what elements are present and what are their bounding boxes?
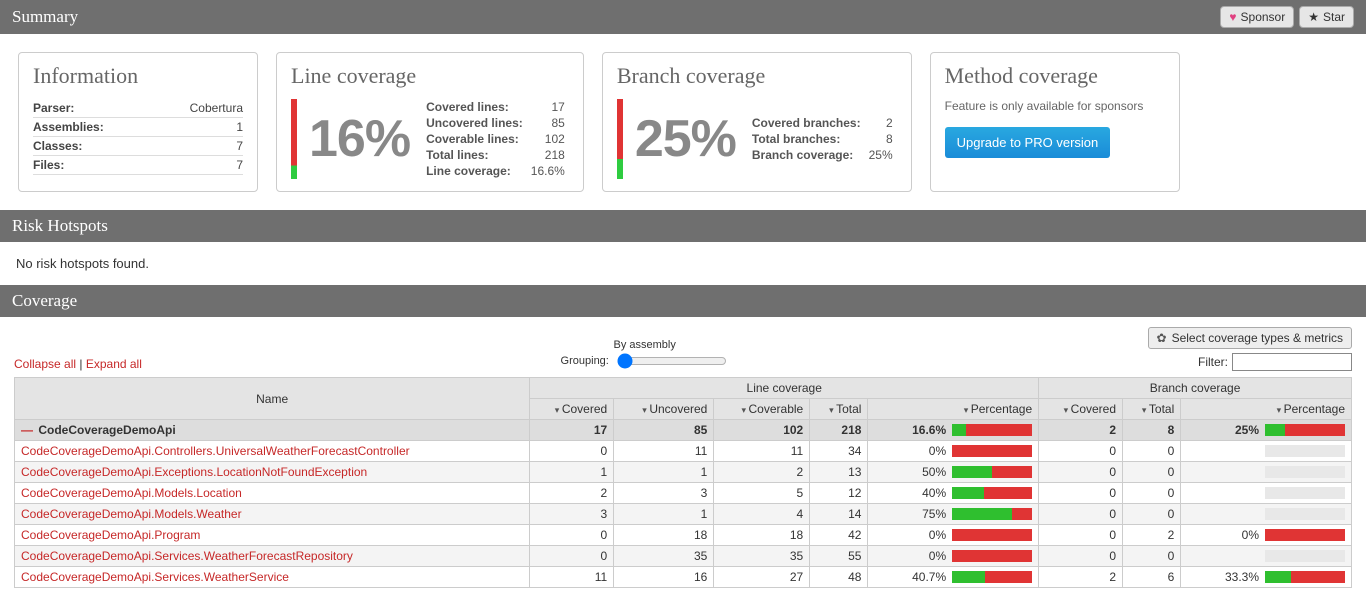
information-card: Information Parser:CoberturaAssemblies:1… bbox=[18, 52, 258, 192]
branch-coverage-title: Branch coverage bbox=[617, 63, 897, 89]
coverage-bar-empty bbox=[1265, 487, 1345, 499]
info-value: 7 bbox=[153, 156, 243, 175]
star-button[interactable]: ★ Star bbox=[1299, 6, 1354, 28]
coverage-title: Coverage bbox=[12, 291, 77, 311]
information-title: Information bbox=[33, 63, 243, 89]
class-link[interactable]: CodeCoverageDemoApi.Controllers.Universa… bbox=[21, 444, 410, 458]
risk-hotspots-bar: Risk Hotspots bbox=[0, 210, 1366, 242]
col-percentage[interactable]: Percentage bbox=[868, 399, 1039, 420]
col-coverable[interactable]: Coverable bbox=[714, 399, 810, 420]
class-link[interactable]: CodeCoverageDemoApi.Services.WeatherFore… bbox=[21, 549, 353, 563]
coverage-bar-empty bbox=[1265, 508, 1345, 520]
coverage-bar-chart bbox=[952, 550, 1032, 562]
info-value: Cobertura bbox=[153, 99, 243, 118]
collapse-all-link[interactable]: Collapse all bbox=[14, 357, 76, 371]
coverage-bar-chart bbox=[1265, 529, 1345, 541]
line-coverage-details: Covered lines:17Uncovered lines:85Covera… bbox=[422, 99, 569, 179]
filter-label: Filter: bbox=[1198, 355, 1228, 369]
info-label: Assemblies: bbox=[33, 118, 153, 137]
col-uncovered[interactable]: Uncovered bbox=[614, 399, 714, 420]
expand-all-link[interactable]: Expand all bbox=[86, 357, 142, 371]
star-label: Star bbox=[1323, 10, 1345, 24]
class-row: CodeCoverageDemoApi.Controllers.Universa… bbox=[15, 441, 1352, 462]
col-bcovered[interactable]: Covered bbox=[1039, 399, 1123, 420]
coverage-bar-chart bbox=[1265, 571, 1345, 583]
coverage-bar-empty bbox=[1265, 466, 1345, 478]
class-link[interactable]: CodeCoverageDemoApi.Models.Location bbox=[21, 486, 242, 500]
expand-links: Collapse all | Expand all bbox=[14, 357, 142, 371]
coverage-bar-chart bbox=[952, 424, 1032, 436]
grouping-slider[interactable] bbox=[617, 353, 727, 369]
risk-title: Risk Hotspots bbox=[12, 216, 108, 236]
branch-coverage-details: Covered branches:2Total branches:8Branch… bbox=[748, 115, 897, 163]
class-row: CodeCoverageDemoApi.Services.WeatherServ… bbox=[15, 567, 1352, 588]
info-label: Parser: bbox=[33, 99, 153, 118]
group-line: Line coverage bbox=[530, 378, 1039, 399]
coverage-bar-chart bbox=[952, 466, 1032, 478]
class-row: CodeCoverageDemoApi.Models.Location23512… bbox=[15, 483, 1352, 504]
assembly-name[interactable]: CodeCoverageDemoApi bbox=[15, 420, 530, 441]
summary-bar: Summary ♥ Sponsor ★ Star bbox=[0, 0, 1366, 34]
summary-title: Summary bbox=[12, 7, 78, 27]
coverage-bar: Coverage bbox=[0, 285, 1366, 317]
coverage-bar-chart bbox=[952, 487, 1032, 499]
coverage-bar-chart bbox=[952, 508, 1032, 520]
filter-input[interactable] bbox=[1232, 353, 1352, 371]
method-coverage-msg: Feature is only available for sponsors bbox=[945, 99, 1165, 113]
coverage-bar-empty bbox=[1265, 550, 1345, 562]
line-coverage-title: Line coverage bbox=[291, 63, 569, 89]
method-coverage-card: Method coverage Feature is only availabl… bbox=[930, 52, 1180, 192]
info-value: 7 bbox=[153, 137, 243, 156]
assembly-row[interactable]: CodeCoverageDemoApi178510221816.6%2825% bbox=[15, 420, 1352, 441]
star-icon: ★ bbox=[1308, 10, 1319, 24]
grouping-label: Grouping: bbox=[561, 355, 609, 367]
risk-body: No risk hotspots found. bbox=[0, 242, 1366, 285]
line-coverage-card: Line coverage 16% Covered lines:17Uncove… bbox=[276, 52, 584, 192]
grouping-control: By assembly Grouping: bbox=[561, 339, 729, 371]
line-coverage-strip bbox=[291, 99, 297, 179]
coverage-bar-empty bbox=[1265, 445, 1345, 457]
col-name[interactable]: Name bbox=[15, 378, 530, 420]
select-metrics-button[interactable]: ✿ Select coverage types & metrics bbox=[1148, 327, 1352, 349]
col-btotal[interactable]: Total bbox=[1123, 399, 1181, 420]
group-branch: Branch coverage bbox=[1039, 378, 1352, 399]
branch-coverage-big: 25% bbox=[635, 109, 736, 169]
col-covered[interactable]: Covered bbox=[530, 399, 614, 420]
heart-icon: ♥ bbox=[1229, 10, 1236, 24]
select-metrics-label: Select coverage types & metrics bbox=[1172, 331, 1343, 345]
col-total[interactable]: Total bbox=[810, 399, 868, 420]
coverage-bar-chart bbox=[952, 445, 1032, 457]
line-coverage-big: 16% bbox=[309, 109, 410, 169]
info-label: Classes: bbox=[33, 137, 153, 156]
branch-coverage-card: Branch coverage 25% Covered branches:2To… bbox=[602, 52, 912, 192]
class-row: CodeCoverageDemoApi.Models.Weather314147… bbox=[15, 504, 1352, 525]
coverage-table: Name Line coverage Branch coverage Cover… bbox=[14, 377, 1352, 588]
information-table: Parser:CoberturaAssemblies:1Classes:7Fil… bbox=[33, 99, 243, 175]
col-bpercentage[interactable]: Percentage bbox=[1181, 399, 1352, 420]
class-row: CodeCoverageDemoApi.Exceptions.LocationN… bbox=[15, 462, 1352, 483]
sponsor-button[interactable]: ♥ Sponsor bbox=[1220, 6, 1294, 28]
method-coverage-title: Method coverage bbox=[945, 63, 1165, 89]
coverage-bar-chart bbox=[1265, 424, 1345, 436]
upgrade-button[interactable]: Upgrade to PRO version bbox=[945, 127, 1111, 158]
info-value: 1 bbox=[153, 118, 243, 137]
coverage-toolbar: Collapse all | Expand all By assembly Gr… bbox=[0, 317, 1366, 377]
class-link[interactable]: CodeCoverageDemoApi.Program bbox=[21, 528, 200, 542]
info-label: Files: bbox=[33, 156, 153, 175]
class-link[interactable]: CodeCoverageDemoApi.Exceptions.LocationN… bbox=[21, 465, 367, 479]
class-row: CodeCoverageDemoApi.Program01818420%020% bbox=[15, 525, 1352, 546]
gear-icon: ✿ bbox=[1157, 331, 1167, 345]
summary-cards: Information Parser:CoberturaAssemblies:1… bbox=[0, 34, 1366, 210]
coverage-bar-chart bbox=[952, 529, 1032, 541]
class-row: CodeCoverageDemoApi.Services.WeatherFore… bbox=[15, 546, 1352, 567]
grouping-hint: By assembly bbox=[614, 339, 676, 351]
coverage-bar-chart bbox=[952, 571, 1032, 583]
sponsor-label: Sponsor bbox=[1241, 10, 1286, 24]
class-link[interactable]: CodeCoverageDemoApi.Models.Weather bbox=[21, 507, 242, 521]
branch-coverage-strip bbox=[617, 99, 623, 179]
